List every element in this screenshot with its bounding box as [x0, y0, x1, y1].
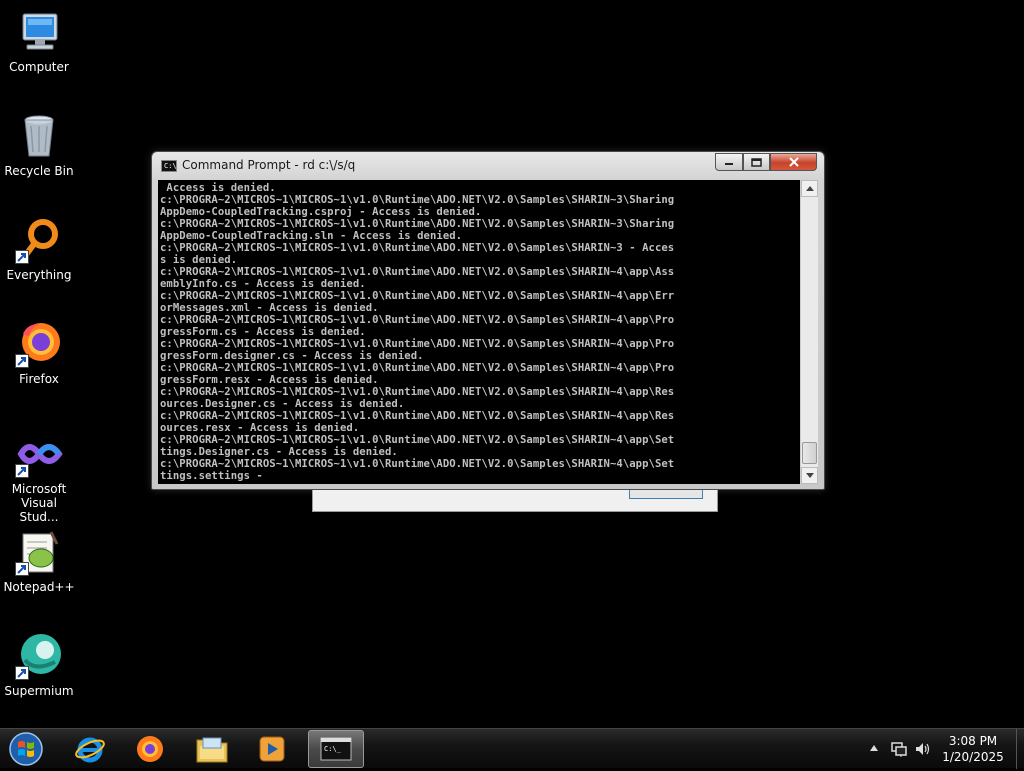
command-prompt-window[interactable]: C:\ Command Prompt - rd c:\/s/q Access i…: [151, 151, 825, 490]
console-line: gressForm.resx - Access is denied.: [160, 374, 379, 386]
vertical-scrollbar[interactable]: [800, 180, 818, 484]
desktop-icon-label: Recycle Bin: [4, 164, 74, 178]
console-line: tings.settings -: [160, 470, 263, 482]
console-line: ources.Designer.cs - Access is denied.: [160, 398, 405, 410]
console-line: c:\PROGRA~2\MICROS~1\MICROS~1\v1.0\Runti…: [160, 458, 675, 470]
scrollbar-thumb[interactable]: [802, 442, 817, 464]
minimize-icon: [725, 163, 733, 165]
console-line: c:\PROGRA~2\MICROS~1\MICROS~1\v1.0\Runti…: [160, 434, 675, 446]
window-title: Command Prompt - rd c:\/s/q: [182, 158, 356, 172]
console-line: c:\PROGRA~2\MICROS~1\MICROS~1\v1.0\Runti…: [160, 194, 675, 206]
everything-icon: [15, 216, 63, 264]
console-line: c:\PROGRA~2\MICROS~1\MICROS~1\v1.0\Runti…: [160, 266, 675, 278]
title-bar[interactable]: C:\ Command Prompt - rd c:\/s/q: [152, 152, 824, 180]
console-line: tings.Designer.cs - Access is denied.: [160, 446, 398, 458]
clock-date: 1/20/2025: [942, 750, 1004, 764]
desktop-icon-notepad-plus-plus[interactable]: Notepad++: [0, 528, 78, 594]
computer-icon: [15, 8, 63, 56]
start-button[interactable]: [6, 731, 46, 767]
maximize-button[interactable]: [743, 153, 770, 171]
internet-explorer-icon: [75, 737, 105, 763]
shortcut-arrow-icon: [15, 562, 29, 576]
console-line: orMessages.xml - Access is denied.: [160, 302, 379, 314]
notepad-plus-plus-icon: [15, 528, 63, 576]
console-output[interactable]: Access is denied. c:\PROGRA~2\MICROS~1\M…: [158, 180, 800, 484]
maximize-icon: [751, 157, 762, 167]
console-line: s is denied.: [160, 254, 238, 266]
console-line: gressForm.cs - Access is denied.: [160, 326, 366, 338]
desktop-icon-label: Supermium: [4, 684, 74, 698]
taskbar-command-prompt[interactable]: C:\_: [308, 730, 364, 768]
desktop-icon-computer[interactable]: Computer: [0, 8, 78, 74]
clock-time: 3:08 PM: [948, 734, 998, 748]
show-desktop-button[interactable]: [1016, 729, 1024, 769]
firefox-icon: [137, 736, 163, 762]
desktop-icon-label: Everything: [6, 268, 72, 282]
svg-text:C:\_: C:\_: [324, 745, 342, 753]
scroll-down-button[interactable]: [801, 467, 818, 484]
network-icon[interactable]: [890, 741, 908, 757]
chevron-down-icon: [805, 473, 814, 478]
console-line: c:\PROGRA~2\MICROS~1\MICROS~1\v1.0\Runti…: [160, 338, 675, 350]
taskbar: C:\_ 3:08 PM 1/20/2025: [0, 728, 1024, 769]
desktop-icon-firefox[interactable]: Firefox: [0, 320, 78, 386]
desktop-icon-label: Firefox: [19, 372, 59, 386]
shortcut-arrow-icon: [15, 354, 29, 368]
show-hidden-icons-icon[interactable]: [870, 745, 878, 751]
volume-icon[interactable]: [914, 741, 930, 757]
supermium-icon: [15, 632, 63, 680]
system-tray: [866, 729, 930, 769]
console-line: c:\PROGRA~2\MICROS~1\MICROS~1\v1.0\Runti…: [160, 218, 675, 230]
media-player-icon: [259, 736, 285, 762]
console-line: c:\PROGRA~2\MICROS~1\MICROS~1\v1.0\Runti…: [160, 314, 675, 326]
desktop-icon-label: Computer: [9, 60, 69, 74]
taskbar-internet-explorer[interactable]: [62, 730, 118, 768]
minimize-button[interactable]: [715, 153, 743, 171]
console-line: c:\PROGRA~2\MICROS~1\MICROS~1\v1.0\Runti…: [160, 242, 675, 254]
shortcut-arrow-icon: [15, 464, 29, 478]
taskbar-firefox[interactable]: [122, 730, 178, 768]
visual-studio-icon: [15, 430, 63, 478]
windows-logo-icon: [9, 732, 43, 766]
shortcut-arrow-icon: [15, 250, 29, 264]
taskbar-file-explorer[interactable]: [184, 730, 240, 768]
console-line: ources.resx - Access is denied.: [160, 422, 360, 434]
console-line: c:\PROGRA~2\MICROS~1\MICROS~1\v1.0\Runti…: [160, 410, 675, 422]
desktop-icon-label: Microsoft Visual Stud...: [11, 482, 67, 524]
console-line: AppDemo-CoupledTracking.csproj - Access …: [160, 206, 482, 218]
taskbar-media-player[interactable]: [244, 730, 300, 768]
command-prompt-icon: C:\_: [320, 737, 352, 761]
firefox-icon: [15, 320, 63, 368]
desktop-icon-supermium[interactable]: Supermium: [0, 632, 78, 698]
desktop-icon-everything[interactable]: Everything: [0, 216, 78, 282]
console-line: c:\PROGRA~2\MICROS~1\MICROS~1\v1.0\Runti…: [160, 290, 675, 302]
chevron-up-icon: [805, 186, 814, 191]
folder-icon: [196, 737, 228, 763]
taskbar-clock[interactable]: 3:08 PM 1/20/2025: [930, 733, 1016, 765]
desktop-icon-visual-studio[interactable]: Microsoft Visual Stud...: [0, 430, 78, 524]
shortcut-arrow-icon: [15, 666, 29, 680]
scroll-up-button[interactable]: [801, 180, 818, 197]
desktop-icon-label: Notepad++: [3, 580, 75, 594]
console-line: gressForm.designer.cs - Access is denied…: [160, 350, 424, 362]
console-line: emblyInfo.cs - Access is denied.: [160, 278, 366, 290]
close-icon: [788, 157, 799, 167]
recycle-bin-icon: [15, 112, 63, 160]
console-line: c:\PROGRA~2\MICROS~1\MICROS~1\v1.0\Runti…: [160, 386, 675, 398]
console-line: Access is denied.: [160, 182, 276, 194]
console-line: c:\PROGRA~2\MICROS~1\MICROS~1\v1.0\Runti…: [160, 362, 675, 374]
command-prompt-icon: C:\: [161, 160, 177, 172]
console-lines: Access is denied. c:\PROGRA~2\MICROS~1\M…: [158, 180, 800, 482]
close-button[interactable]: [770, 153, 817, 171]
desktop-icon-recycle-bin[interactable]: Recycle Bin: [0, 112, 78, 178]
console-line: AppDemo-CoupledTracking.sln - Access is …: [160, 230, 463, 242]
